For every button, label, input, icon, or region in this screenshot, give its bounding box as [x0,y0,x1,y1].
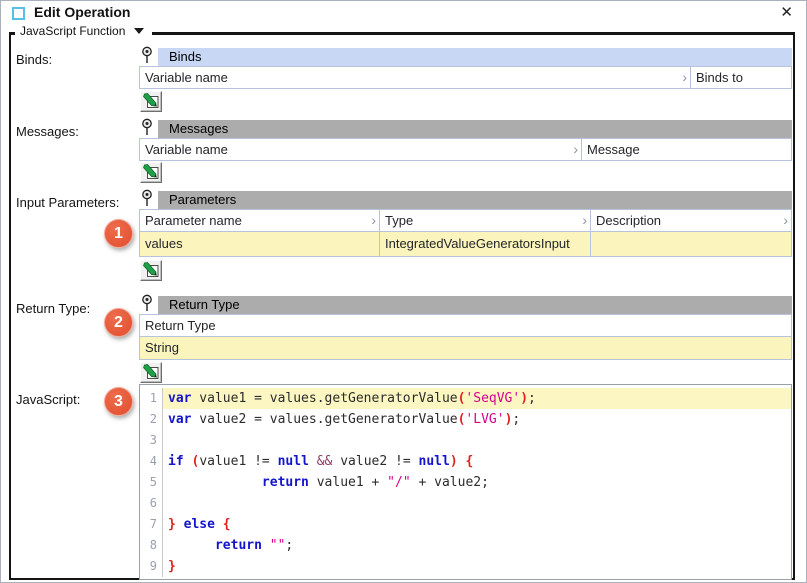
return-type-col[interactable]: Return Type [140,315,791,336]
parameters-col-name[interactable]: Parameter name › [140,210,380,231]
line-number: 2 [140,409,163,430]
code-line[interactable]: 7} else { [140,514,791,535]
code-text[interactable]: if (value1 != null && value2 != null) { [163,451,791,472]
parameter-type-value[interactable]: IntegratedValueGeneratorsInput [380,232,591,256]
line-number: 6 [140,493,163,514]
dropdown-arrow-icon [134,28,144,34]
code-text[interactable] [163,493,791,514]
close-icon[interactable]: ✕ [780,4,793,22]
parameters-data-row[interactable]: values IntegratedValueGeneratorsInput [139,232,792,257]
edit-pencil-icon [143,93,160,110]
edit-pencil-icon [143,164,160,181]
annotation-badge-2: 2 [104,308,133,337]
sort-chevron-icon[interactable]: › [582,212,587,228]
parameter-description-value[interactable] [591,232,791,256]
messages-header-text: Messages [169,121,228,136]
code-line[interactable]: 5 return value1 + "/" + value2; [140,472,791,493]
window-icon [12,7,25,20]
parameters-header-text: Parameters [169,192,236,207]
javascript-label: JavaScript: [16,392,80,407]
messages-label: Messages: [16,124,79,139]
code-line[interactable]: 2var value2 = values.getGeneratorValue('… [140,409,791,430]
pin-icon [141,46,153,69]
line-number: 8 [140,535,163,556]
messages-section-header[interactable]: Messages [158,120,792,138]
binds-col-binds-to[interactable]: Binds to [691,67,791,88]
page-title: Edit Operation [34,4,130,20]
messages-col-variable-name[interactable]: Variable name › [140,139,582,160]
parameters-col-type[interactable]: Type › [380,210,591,231]
function-type-selector[interactable]: JavaScript Function [15,24,152,38]
sort-chevron-icon[interactable]: › [682,69,687,85]
parameters-column-header-row: Parameter name › Type › Description › [139,209,792,232]
parameters-col-description[interactable]: Description › [591,210,791,231]
binds-col-variable-name[interactable]: Variable name › [140,67,691,88]
code-text[interactable]: var value2 = values.getGeneratorValue('L… [163,409,791,430]
line-number: 1 [140,388,163,409]
code-line[interactable]: 8 return ""; [140,535,791,556]
edit-operation-dialog: Edit Operation ✕ JavaScript Function Bin… [0,0,807,583]
binds-header-text: Binds [169,49,202,64]
binds-edit-button[interactable] [140,91,162,112]
code-text[interactable]: } else { [163,514,791,535]
return-type-header-text: Return Type [169,297,240,312]
return-type-data-row[interactable]: String [139,337,792,360]
javascript-code-editor[interactable]: 1var value1 = values.getGeneratorValue('… [139,384,792,580]
code-line[interactable]: 3 [140,430,791,451]
return-type-column-header-row: Return Type [139,314,792,337]
annotation-badge-1: 1 [104,219,133,248]
edit-pencil-icon [143,364,160,381]
return-type-section-header[interactable]: Return Type [158,296,792,314]
code-line[interactable]: 6 [140,493,791,514]
binds-column-header-row: Variable name › Binds to [139,66,792,89]
code-text[interactable]: var value1 = values.getGeneratorValue('S… [163,388,791,409]
line-number: 4 [140,451,163,472]
annotation-badge-3: 3 [104,387,133,416]
messages-col-message[interactable]: Message [582,139,791,160]
pin-icon [141,294,153,317]
sort-chevron-icon[interactable]: › [783,212,788,228]
parameter-name-value[interactable]: values [140,232,380,256]
parameters-section-header[interactable]: Parameters [158,191,792,209]
code-text[interactable] [163,430,791,451]
parameters-edit-button[interactable] [140,260,162,281]
line-number: 5 [140,472,163,493]
code-text[interactable]: } [163,556,791,577]
pin-icon [141,189,153,212]
input-parameters-label: Input Parameters: [16,195,119,210]
return-type-value[interactable]: String [140,337,791,359]
return-type-edit-button[interactable] [140,362,162,383]
binds-section-header[interactable]: Binds [158,48,792,66]
messages-column-header-row: Variable name › Message [139,138,792,161]
sort-chevron-icon[interactable]: › [371,212,376,228]
code-line[interactable]: 4if (value1 != null && value2 != null) { [140,451,791,472]
code-line[interactable]: 1var value1 = values.getGeneratorValue('… [140,388,791,409]
edit-pencil-icon [143,262,160,279]
binds-label: Binds: [16,52,52,67]
code-line[interactable]: 9} [140,556,791,577]
line-number: 3 [140,430,163,451]
code-text[interactable]: return ""; [163,535,791,556]
line-number: 9 [140,556,163,577]
code-text[interactable]: return value1 + "/" + value2; [163,472,791,493]
line-number: 7 [140,514,163,535]
messages-edit-button[interactable] [140,162,162,183]
pin-icon [141,118,153,141]
function-type-label: JavaScript Function [20,24,125,38]
return-type-label: Return Type: [16,301,90,316]
sort-chevron-icon[interactable]: › [573,141,578,157]
